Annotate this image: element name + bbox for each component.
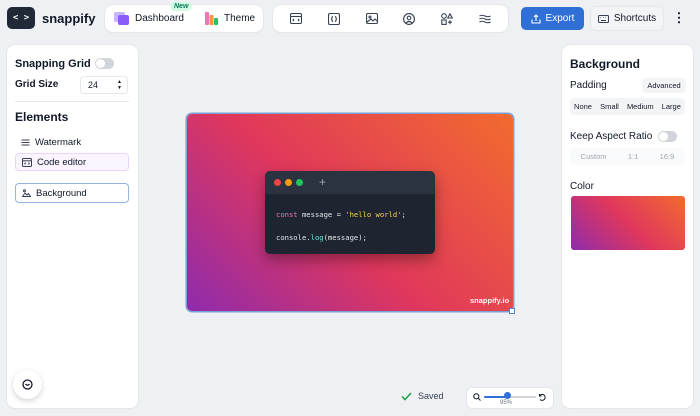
advanced-button[interactable]: Advanced [642, 78, 686, 93]
effects-tool[interactable] [473, 8, 497, 30]
code-braces-icon [327, 12, 340, 25]
image-landscape-icon [22, 189, 31, 197]
grid-size-input[interactable]: 24 ▲ ▼ [80, 76, 128, 94]
code-line-2: console.log(message); [276, 233, 367, 242]
element-code-editor[interactable]: Code editor [15, 153, 129, 171]
user-circle-icon [403, 12, 416, 25]
code-identifier: message = [297, 210, 346, 219]
more-vertical-icon: ⋮ [672, 10, 686, 25]
theme-palette-icon [205, 12, 218, 25]
code-object: console. [276, 233, 311, 242]
padding-option-none[interactable]: None [573, 100, 593, 113]
chat-button[interactable] [13, 370, 42, 399]
grid-size-value: 24 [88, 80, 99, 90]
new-badge: New [170, 2, 193, 11]
export-label: Export [545, 13, 575, 24]
watermark-text: snappify.io [470, 296, 510, 305]
canvas-resize-handle[interactable] [509, 308, 515, 314]
code-line-1: const message = 'hello world'; [276, 210, 406, 219]
maximize-dot-icon [296, 179, 303, 186]
export-icon [530, 13, 541, 24]
code-window-tool[interactable] [284, 8, 308, 30]
background-color-swatch[interactable] [571, 196, 685, 250]
code-args: (message); [323, 233, 367, 242]
snapping-grid-label: Snapping Grid [15, 58, 91, 70]
grid-size-label: Grid Size [15, 79, 59, 90]
grid-size-stepper[interactable]: ▲ ▼ [117, 77, 125, 93]
add-tab-icon[interactable]: + [319, 175, 326, 189]
aspect-options: Custom 1:1 16:9 [570, 148, 685, 165]
watermark-lines-icon [21, 139, 30, 145]
dashboard-icon [114, 12, 129, 25]
shortcuts-label: Shortcuts [613, 13, 657, 24]
element-watermark[interactable]: Watermark [15, 133, 129, 151]
keyboard-icon [597, 14, 609, 23]
aspect-ratio-label: Keep Aspect Ratio [570, 131, 653, 142]
shapes-icon [441, 12, 454, 25]
elements-title: Elements [15, 110, 69, 124]
reset-zoom-icon[interactable] [538, 393, 546, 401]
element-background[interactable]: Background [15, 183, 129, 203]
app-name: snappify [42, 11, 96, 26]
theme-button[interactable]: Theme [205, 5, 255, 32]
left-panel: Snapping Grid Grid Size 24 ▲ ▼ Elements … [7, 45, 138, 408]
element-background-label: Background [36, 187, 87, 199]
main-nav: Dashboard New Theme [105, 2, 263, 32]
snapping-grid-toggle[interactable] [95, 58, 114, 69]
code-window-icon [289, 13, 302, 24]
element-watermark-label: Watermark [35, 136, 82, 148]
aspect-option-16-9[interactable]: 16:9 [659, 150, 676, 163]
image-icon [365, 13, 378, 24]
element-code-editor-label: Code editor [37, 156, 87, 168]
code-block-tool[interactable] [322, 8, 346, 30]
code-window[interactable]: + const message = 'hello world'; console… [265, 171, 435, 254]
saved-label: Saved [418, 391, 444, 401]
padding-label: Padding [570, 80, 607, 91]
aspect-option-1-1[interactable]: 1:1 [627, 150, 639, 163]
shapes-tool[interactable] [435, 8, 459, 30]
image-tool[interactable] [360, 8, 384, 30]
dashboard-label: Dashboard [135, 13, 184, 24]
zoom-percent: 95% [500, 400, 513, 406]
theme-label: Theme [224, 13, 256, 24]
aspect-option-custom[interactable]: Custom [580, 150, 608, 163]
insert-toolbar [273, 5, 508, 32]
color-label: Color [570, 181, 594, 192]
close-dot-icon [274, 179, 281, 186]
code-string: 'hello world' [345, 210, 402, 219]
code-editor-icon [22, 157, 32, 167]
right-panel: Background Padding Advanced None Small M… [562, 45, 693, 408]
background-title: Background [570, 57, 641, 71]
padding-option-small[interactable]: Small [599, 100, 620, 113]
save-status: Saved [401, 391, 444, 401]
minimize-dot-icon [285, 179, 292, 186]
aspect-ratio-toggle[interactable] [658, 131, 677, 142]
padding-option-medium[interactable]: Medium [626, 100, 655, 113]
code-semicolon: ; [401, 210, 406, 219]
code-function: log [310, 233, 324, 242]
divider [15, 101, 129, 102]
shortcuts-button[interactable]: Shortcuts [591, 7, 663, 30]
more-menu-button[interactable]: ⋮ [670, 8, 688, 28]
code-window-titlebar: + [265, 171, 435, 194]
zoom-slider-thumb[interactable] [503, 392, 511, 399]
app-logo[interactable]: < > [7, 7, 35, 29]
padding-options: None Small Medium Large [570, 98, 685, 115]
zoom-search-icon[interactable] [473, 393, 481, 401]
stepper-down-icon: ▼ [117, 85, 122, 91]
chat-bubble-icon [22, 379, 33, 390]
waves-icon [479, 14, 491, 23]
zoom-control: 95% [467, 388, 553, 408]
padding-option-large[interactable]: Large [661, 100, 682, 113]
check-icon [401, 391, 412, 401]
export-button[interactable]: Export [521, 7, 584, 30]
code-keyword: const [276, 210, 298, 219]
avatar-tool[interactable] [397, 8, 421, 30]
